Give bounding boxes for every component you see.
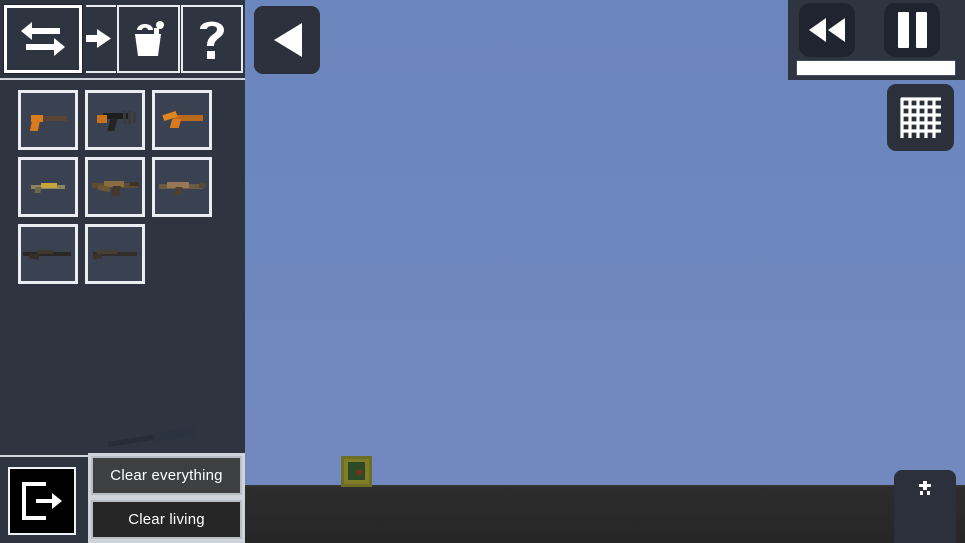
crate-label: Crate — [341, 456, 342, 457]
weapon-slot-sniper-rifle[interactable]: Sniper Rifle — [18, 224, 78, 284]
weapon-label: Sawed-off Shotgun — [155, 93, 156, 94]
pause-button[interactable]: Pause — [884, 3, 940, 57]
weapon-label: Battle Rifle — [155, 160, 156, 161]
weapon-label: Pistol — [21, 93, 22, 94]
spawn-anchor-panel[interactable]: Spawn anchor — [894, 470, 956, 543]
clear-everything-button[interactable]: Clear everything — [91, 456, 242, 495]
back-button[interactable]: Back — [254, 6, 320, 74]
weapon-slot-battle-rifle[interactable]: Battle Rifle — [152, 157, 212, 217]
weapon-label: Revolver — [88, 93, 89, 94]
pause-icon-bar-left — [897, 12, 909, 48]
weapon-palette: Pistol Revolver Saw — [18, 90, 230, 284]
weapon-label: Marksman Rifle — [88, 227, 89, 228]
battle-rifle-sprite — [157, 177, 207, 197]
weapon-label: Sniper Rifle — [21, 227, 22, 228]
marksman-rifle-sprite — [91, 246, 139, 262]
submachine-gun-sprite — [29, 179, 67, 195]
weapon-label: Submachine Gun — [21, 160, 22, 161]
anchor-icon — [919, 481, 931, 495]
swap-tool-button[interactable]: Swap — [4, 5, 82, 73]
sawed-off-shotgun-sprite — [161, 110, 203, 130]
pause-icon-bar-right — [915, 12, 927, 48]
move-tool-button[interactable]: Move — [86, 5, 116, 73]
equipped-weapon-preview: Equipped weapon — [107, 426, 200, 452]
assault-rifle-sprite — [90, 176, 140, 198]
sidebar-divider-top — [0, 78, 245, 80]
rewind-icon — [809, 18, 845, 42]
weapon-slot-revolver[interactable]: Revolver — [85, 90, 145, 150]
paint-bucket-icon — [134, 21, 164, 56]
timeline-progress-value: 100% — [797, 75, 798, 76]
crate-marker-dot — [357, 470, 362, 475]
pause-label: Pause — [912, 30, 913, 31]
grid-icon — [899, 96, 941, 138]
weapon-slot-assault-rifle[interactable]: Assault Rifle — [85, 157, 145, 217]
equipped-weapon-label: Equipped weapon — [108, 430, 109, 431]
left-sidebar: Swap Move — [0, 0, 245, 543]
rewind-button[interactable]: Rewind — [799, 3, 855, 57]
timeline-progress-fill — [797, 61, 955, 75]
clear-actions-panel: Clear everything Clear living — [88, 453, 245, 543]
exit-button[interactable]: Exit — [8, 467, 76, 535]
paint-tool-button[interactable]: Paint — [117, 5, 180, 73]
grid-toggle-button[interactable]: Toggle grid — [887, 84, 954, 151]
clear-living-button[interactable]: Clear living — [91, 500, 242, 539]
swap-arrows-icon — [21, 22, 65, 56]
timeline-progress-bar[interactable]: 100% — [796, 60, 956, 76]
help-tool-button[interactable]: Help — [181, 5, 243, 73]
weapon-slot-sawed-off-shotgun[interactable]: Sawed-off Shotgun — [152, 90, 212, 150]
weapon-slot-pistol[interactable]: Pistol — [18, 90, 78, 150]
weapon-label: Assault Rifle — [88, 160, 89, 161]
crate-inner-face — [348, 462, 365, 480]
playback-controls: Rewind Pause 100% — [788, 0, 965, 80]
tool-toolbar: Swap Move — [0, 0, 245, 78]
weapon-slot-submachine-gun[interactable]: Submachine Gun — [18, 157, 78, 217]
revolver-sprite — [93, 107, 137, 133]
pistol-sprite — [27, 108, 69, 132]
sniper-rifle-sprite — [23, 246, 73, 262]
arrow-right-icon — [86, 29, 111, 48]
playback-button-row: Rewind Pause — [788, 3, 965, 57]
crate-entity[interactable]: Crate — [341, 456, 372, 487]
weapon-slot-marksman-rifle[interactable]: Marksman Rifle — [85, 224, 145, 284]
game-screen: Crate Swap — [0, 0, 965, 543]
back-triangle-icon — [274, 23, 302, 57]
question-mark-icon — [200, 21, 224, 59]
preview-body — [153, 426, 195, 442]
exit-door-icon — [22, 482, 62, 520]
